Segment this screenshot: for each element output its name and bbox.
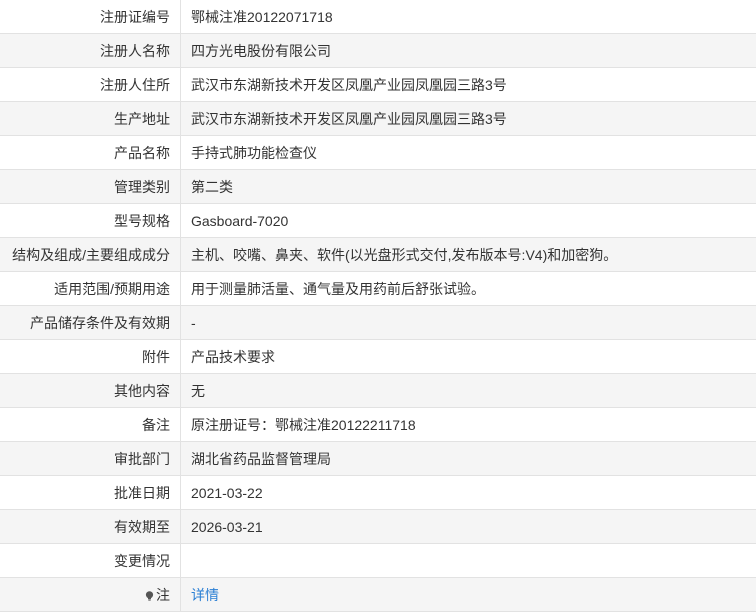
field-value: 2026-03-21 [181,510,756,544]
table-row: 注册人住所 武汉市东湖新技术开发区凤凰产业园凤凰园三路3号 [0,68,756,102]
note-label-cell: 注 [0,578,181,612]
note-row: 注 详情 [0,578,756,612]
field-label: 生产地址 [0,102,181,136]
field-label: 注册人住所 [0,68,181,102]
table-row: 注册人名称 四方光电股份有限公司 [0,34,756,68]
field-value: 鄂械注准20122071718 [181,0,756,34]
field-value: - [181,306,756,340]
table-row: 注册证编号 鄂械注准20122071718 [0,0,756,34]
table-row: 备注 原注册证号：鄂械注准20122211718 [0,408,756,442]
table-row: 有效期至 2026-03-21 [0,510,756,544]
table-row: 附件 产品技术要求 [0,340,756,374]
note-value-cell: 详情 [181,578,756,612]
field-label: 适用范围/预期用途 [0,272,181,306]
table-row: 产品储存条件及有效期 - [0,306,756,340]
field-label: 注册证编号 [0,0,181,34]
field-label: 批准日期 [0,476,181,510]
field-label: 管理类别 [0,170,181,204]
field-value: 原注册证号：鄂械注准20122211718 [181,408,756,442]
table-row: 审批部门 湖北省药品监督管理局 [0,442,756,476]
field-label: 附件 [0,340,181,374]
field-label: 结构及组成/主要组成成分 [0,238,181,272]
table-row: 适用范围/预期用途 用于测量肺活量、通气量及用药前后舒张试验。 [0,272,756,306]
field-value: 无 [181,374,756,408]
field-label: 有效期至 [0,510,181,544]
note-label: 注 [156,587,170,603]
table-row: 结构及组成/主要组成成分 主机、咬嘴、鼻夹、软件(以光盘形式交付,发布版本号:V… [0,238,756,272]
field-label: 注册人名称 [0,34,181,68]
field-value: 四方光电股份有限公司 [181,34,756,68]
field-value: 主机、咬嘴、鼻夹、软件(以光盘形式交付,发布版本号:V4)和加密狗。 [181,238,756,272]
field-label: 变更情况 [0,544,181,578]
field-value: 武汉市东湖新技术开发区凤凰产业园凤凰园三路3号 [181,102,756,136]
field-value: 用于测量肺活量、通气量及用药前后舒张试验。 [181,272,756,306]
lightbulb-icon [145,587,154,597]
table-row: 批准日期 2021-03-22 [0,476,756,510]
table-row: 变更情况 [0,544,756,578]
field-value [181,544,756,578]
field-value: 湖北省药品监督管理局 [181,442,756,476]
field-value: 武汉市东湖新技术开发区凤凰产业园凤凰园三路3号 [181,68,756,102]
field-label: 审批部门 [0,442,181,476]
table-row: 管理类别 第二类 [0,170,756,204]
table-row: 其他内容 无 [0,374,756,408]
field-value: 产品技术要求 [181,340,756,374]
field-label: 型号规格 [0,204,181,238]
field-label: 其他内容 [0,374,181,408]
field-value: 手持式肺功能检查仪 [181,136,756,170]
field-label: 备注 [0,408,181,442]
field-label: 产品储存条件及有效期 [0,306,181,340]
field-label: 产品名称 [0,136,181,170]
registration-info-table: 注册证编号 鄂械注准20122071718 注册人名称 四方光电股份有限公司 注… [0,0,756,612]
field-value: 第二类 [181,170,756,204]
table-row: 产品名称 手持式肺功能检查仪 [0,136,756,170]
field-value: 2021-03-22 [181,476,756,510]
table-row: 生产地址 武汉市东湖新技术开发区凤凰产业园凤凰园三路3号 [0,102,756,136]
details-link[interactable]: 详情 [191,587,219,603]
field-value: Gasboard-7020 [181,204,756,238]
table-row: 型号规格 Gasboard-7020 [0,204,756,238]
